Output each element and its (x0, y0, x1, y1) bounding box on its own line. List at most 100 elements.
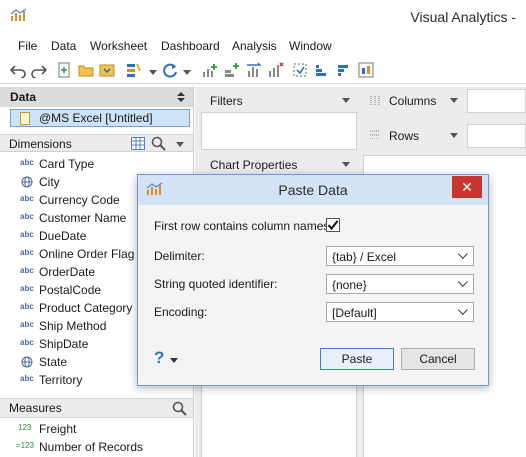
sort-descending-icon[interactable] (336, 62, 352, 78)
menu-data[interactable]: Data (51, 39, 76, 53)
menu-file[interactable]: File (18, 39, 37, 53)
menu-dashboard[interactable]: Dashboard (161, 39, 220, 53)
abc-type-icon: abc (20, 158, 34, 167)
datasource-file-icon (20, 112, 30, 125)
field-label: Freight (39, 422, 77, 436)
field-label: OrderDate (39, 265, 96, 279)
field-label: City (39, 175, 60, 189)
dimensions-header: Dimensions (0, 134, 193, 152)
close-icon: ✕ (461, 179, 473, 195)
abc-type-icon: abc (20, 338, 34, 347)
first-row-label: First row contains column names: (154, 219, 333, 233)
help-button[interactable]: ? (154, 348, 178, 368)
swap-icon[interactable] (246, 62, 262, 78)
refresh-dropdown-icon[interactable] (183, 70, 191, 75)
field-label: Online Order Flag (39, 247, 135, 261)
filters-shelf[interactable] (201, 112, 357, 150)
refresh-icon[interactable] (162, 62, 178, 78)
dimensions-search-icon[interactable] (151, 136, 166, 151)
abc-type-icon: abc (20, 194, 34, 203)
dialog-title-bar: Paste Data ✕ (138, 175, 488, 205)
dimensions-title: Dimensions (9, 137, 72, 151)
field-label: Territory (39, 373, 83, 387)
field-label: Number of Records (39, 440, 144, 454)
dialog-title: Paste Data (278, 182, 348, 198)
encoding-label: Encoding: (154, 305, 208, 319)
rows-dropdown-icon[interactable] (450, 133, 458, 138)
list-item[interactable]: abc Card Type (0, 155, 193, 173)
chart-properties-title: Chart Properties (210, 158, 298, 172)
globe-icon (21, 176, 33, 188)
encoding-select[interactable]: [Default] (326, 302, 474, 322)
group-icon[interactable] (292, 62, 308, 78)
app-logo-icon (10, 8, 27, 21)
field-label: Card Type (39, 157, 95, 171)
quoted-identifier-select[interactable]: {none} (326, 274, 474, 294)
delimiter-select[interactable]: {tab} / Excel (326, 246, 474, 266)
quoted-value: {none} (332, 278, 367, 292)
columns-shelf-header: Columns (363, 89, 465, 111)
quoted-label: String quoted identifier: (154, 277, 278, 291)
calculated-numeric-icon: =123 (16, 441, 35, 450)
abc-type-icon: abc (20, 266, 34, 275)
chevron-down-icon (457, 249, 468, 259)
fit-icon[interactable] (358, 62, 374, 78)
clear-icon[interactable] (268, 62, 284, 78)
redo-icon[interactable] (31, 62, 47, 78)
field-label: Currency Code (39, 193, 120, 207)
chart-properties-header: Chart Properties (201, 153, 357, 175)
close-button[interactable]: ✕ (452, 176, 482, 198)
menu-bar: File Data Worksheet Dashboard Analysis W… (0, 36, 526, 56)
first-row-checkbox[interactable] (326, 218, 340, 232)
chevron-down-icon (457, 305, 468, 315)
abc-type-icon: abc (20, 320, 34, 329)
datasource-item[interactable]: @MS Excel [Untitled] (10, 109, 190, 127)
new-worksheet-icon[interactable] (56, 62, 72, 78)
columns-icon (370, 96, 380, 105)
filters-title: Filters (210, 94, 243, 108)
table-view-icon[interactable] (131, 137, 145, 150)
title-bar: Visual Analytics - (0, 0, 526, 34)
add-rows-icon[interactable] (202, 62, 218, 78)
datasource-label: @MS Excel [Untitled] (39, 111, 153, 125)
sort-toggle-icon[interactable] (177, 92, 185, 102)
menu-analysis[interactable]: Analysis (232, 39, 277, 53)
abc-type-icon: abc (20, 230, 34, 239)
columns-title: Columns (389, 94, 437, 108)
field-label: DueDate (39, 229, 87, 243)
open-icon[interactable] (78, 62, 94, 78)
field-label: Ship Method (39, 319, 107, 333)
rows-shelf[interactable] (467, 124, 526, 148)
help-dropdown-icon (170, 358, 178, 363)
abc-type-icon: abc (20, 284, 34, 293)
save-icon[interactable] (99, 62, 115, 78)
columns-shelf[interactable] (467, 89, 526, 113)
data-panel-title: Data (10, 90, 37, 104)
highlight-dropdown-icon[interactable] (149, 70, 157, 75)
measures-header: Measures (0, 398, 193, 418)
undo-icon[interactable] (10, 62, 26, 78)
dimensions-dropdown-icon[interactable] (176, 142, 184, 147)
sort-ascending-icon[interactable] (314, 62, 330, 78)
field-label: PostalCode (39, 283, 102, 297)
add-columns-icon[interactable] (224, 62, 240, 78)
filters-dropdown-icon[interactable] (342, 98, 350, 103)
highlight-icon[interactable] (125, 62, 141, 78)
menu-window[interactable]: Window (289, 39, 332, 53)
list-item[interactable]: =123 Number of Records (0, 438, 193, 456)
list-item[interactable]: 123 Freight (0, 420, 193, 438)
globe-icon (21, 356, 33, 368)
cancel-button[interactable]: Cancel (401, 348, 475, 370)
columns-dropdown-icon[interactable] (450, 98, 458, 103)
field-label: State (39, 355, 68, 369)
measures-search-icon[interactable] (172, 401, 187, 416)
abc-type-icon: abc (20, 248, 34, 257)
paste-button[interactable]: Paste (320, 348, 394, 370)
measures-title: Measures (9, 401, 62, 415)
menu-worksheet[interactable]: Worksheet (90, 39, 147, 53)
abc-type-icon: abc (20, 374, 34, 383)
encoding-value: [Default] (332, 306, 377, 320)
delimiter-label: Delimiter: (154, 249, 205, 263)
chart-properties-dropdown-icon[interactable] (342, 162, 350, 167)
field-label: Customer Name (39, 211, 127, 225)
